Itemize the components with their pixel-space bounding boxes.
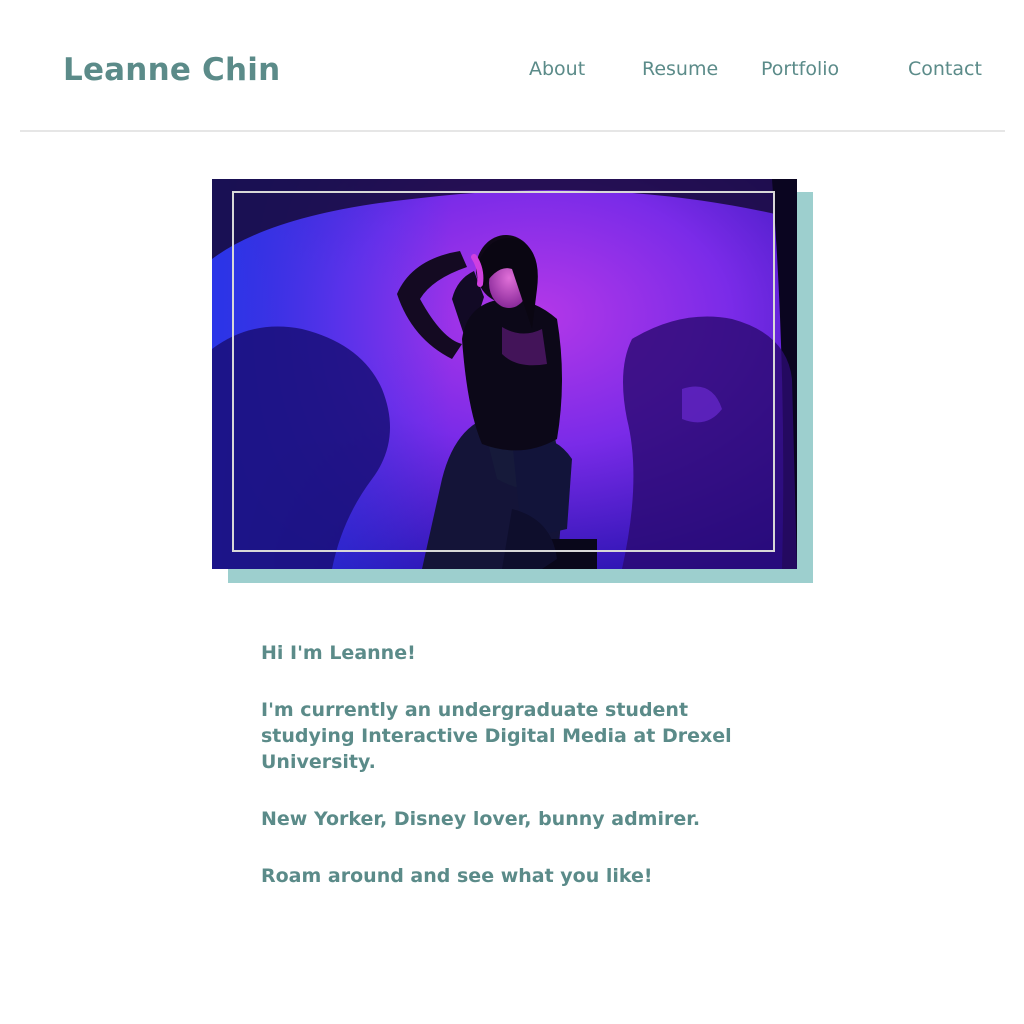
- intro-line-2: New Yorker, Disney lover, bunny admirer.: [261, 808, 701, 830]
- site-header: Leanne Chin About Resume Portfolio Conta…: [0, 0, 1024, 132]
- site-title[interactable]: Leanne Chin: [63, 52, 280, 88]
- intro-line-1: I'm currently an undergraduate student s…: [261, 699, 732, 773]
- intro-line-3: Roam around and see what you like!: [261, 865, 653, 887]
- nav-link-about[interactable]: About: [529, 58, 585, 80]
- header-divider: [20, 130, 1005, 132]
- nav-link-resume[interactable]: Resume: [642, 58, 718, 80]
- nav-link-contact[interactable]: Contact: [908, 58, 982, 80]
- hero-photo: [212, 179, 797, 569]
- hero-photo-illustration: [212, 179, 797, 569]
- intro-text: Hi I'm Leanne! I'm currently an undergra…: [261, 640, 761, 920]
- intro-greeting: Hi I'm Leanne!: [261, 642, 416, 664]
- nav-link-portfolio[interactable]: Portfolio: [761, 58, 839, 80]
